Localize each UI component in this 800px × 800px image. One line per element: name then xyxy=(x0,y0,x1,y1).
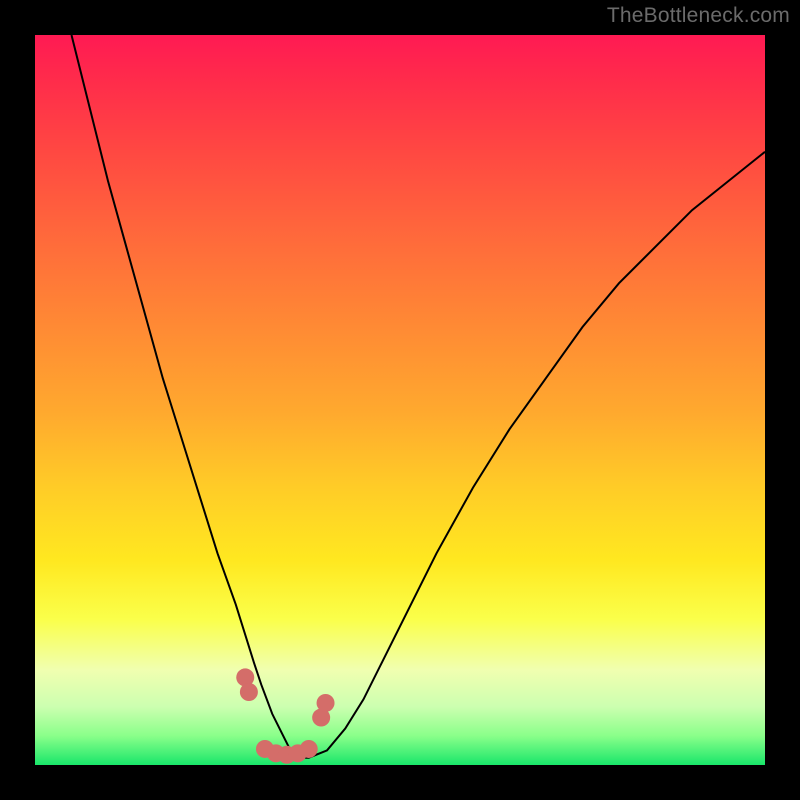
highlight-dot xyxy=(289,744,307,762)
watermark-text: TheBottleneck.com xyxy=(607,4,790,28)
highlight-dot xyxy=(300,740,318,758)
outer-frame: TheBottleneck.com xyxy=(0,0,800,800)
bottleneck-curve-path xyxy=(72,35,766,758)
highlight-dot xyxy=(312,709,330,727)
highlight-dot xyxy=(317,694,335,712)
highlight-dot xyxy=(278,746,296,764)
highlight-dot xyxy=(267,744,285,762)
highlight-dot xyxy=(240,683,258,701)
highlight-dot xyxy=(236,668,254,686)
marker-group xyxy=(236,668,334,763)
curve-svg xyxy=(35,35,765,765)
plot-area xyxy=(35,35,765,765)
highlight-dot xyxy=(256,740,274,758)
